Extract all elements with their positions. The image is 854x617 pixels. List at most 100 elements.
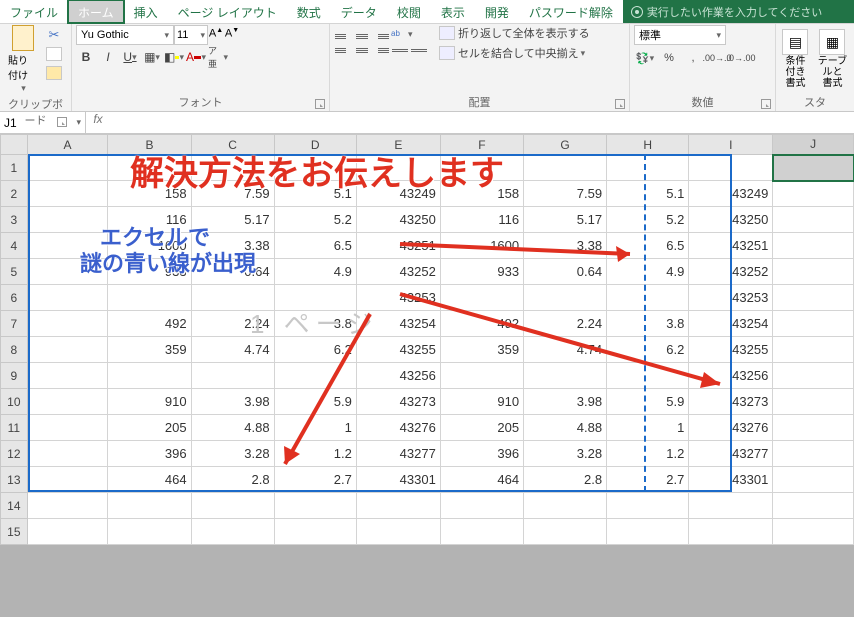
cell[interactable] (191, 363, 274, 389)
dialog-launcher-icon[interactable] (57, 117, 67, 127)
cell[interactable] (440, 155, 523, 181)
cell[interactable] (524, 493, 607, 519)
tab-home[interactable]: ホーム (68, 0, 124, 23)
row-header[interactable]: 12 (1, 441, 28, 467)
cell[interactable] (27, 207, 108, 233)
cell[interactable]: 43249 (689, 181, 773, 207)
row-header[interactable]: 11 (1, 415, 28, 441)
formula-input[interactable] (110, 112, 854, 133)
increase-font-icon[interactable]: A▲ (208, 27, 224, 43)
tab-review[interactable]: 校閲 (387, 0, 431, 23)
font-name-select[interactable]: Yu Gothic▾ (76, 25, 174, 45)
decrease-indent-icon[interactable] (391, 43, 409, 57)
cell[interactable] (773, 519, 854, 545)
cell[interactable]: 910 (108, 389, 191, 415)
cell[interactable]: 4.9 (607, 259, 689, 285)
row-header[interactable]: 6 (1, 285, 28, 311)
row-header[interactable]: 9 (1, 363, 28, 389)
cell[interactable]: 1600 (440, 233, 523, 259)
cell[interactable]: 3.28 (191, 441, 274, 467)
cell[interactable]: 3.8 (607, 311, 689, 337)
percent-format-icon[interactable]: % (658, 48, 680, 68)
cell[interactable] (773, 389, 854, 415)
cell[interactable] (773, 467, 854, 493)
orientation-icon[interactable] (391, 29, 407, 43)
cell[interactable]: 43251 (356, 233, 440, 259)
cell[interactable] (773, 441, 854, 467)
col-header[interactable]: G (524, 135, 607, 155)
cell[interactable]: 3.98 (191, 389, 274, 415)
cell[interactable]: 3.98 (524, 389, 607, 415)
comma-format-icon[interactable]: , (682, 48, 704, 68)
cut-icon[interactable]: ✂ (49, 27, 60, 43)
cell[interactable]: 7.59 (191, 181, 274, 207)
col-header[interactable]: I (689, 135, 773, 155)
cell[interactable]: 359 (440, 337, 523, 363)
cell[interactable]: 2.7 (607, 467, 689, 493)
font-color-button[interactable]: A▾ (186, 47, 206, 67)
decrease-font-icon[interactable]: A▼ (224, 27, 240, 43)
cell[interactable]: 933 (108, 259, 191, 285)
row-header[interactable]: 4 (1, 233, 28, 259)
cell[interactable] (27, 233, 108, 259)
row-header[interactable]: 7 (1, 311, 28, 337)
col-header[interactable]: A (27, 135, 108, 155)
cell[interactable] (440, 285, 523, 311)
wrap-text-button[interactable]: 折り返して全体を表示する (438, 25, 590, 41)
phonetic-button[interactable]: ア亜▾ (208, 47, 228, 67)
cell[interactable] (440, 363, 523, 389)
align-bottom-icon[interactable] (372, 29, 390, 43)
align-left-icon[interactable] (334, 43, 352, 57)
cell[interactable]: 205 (440, 415, 523, 441)
col-header[interactable]: B (108, 135, 191, 155)
cell[interactable]: 4.88 (524, 415, 607, 441)
select-all-corner[interactable] (1, 135, 28, 155)
cell[interactable] (356, 519, 440, 545)
dialog-launcher-icon[interactable] (761, 99, 771, 109)
cell[interactable] (440, 519, 523, 545)
align-top-icon[interactable] (334, 29, 352, 43)
cell[interactable]: 5.17 (524, 207, 607, 233)
fx-icon[interactable]: fx (86, 112, 110, 133)
font-size-select[interactable]: 11▾ (174, 25, 208, 45)
cell[interactable] (191, 519, 274, 545)
cell[interactable]: 396 (108, 441, 191, 467)
cell[interactable]: 933 (440, 259, 523, 285)
cell[interactable]: 3.8 (274, 311, 356, 337)
cell[interactable]: 43250 (689, 207, 773, 233)
cell[interactable] (108, 519, 191, 545)
align-middle-icon[interactable] (353, 29, 371, 43)
tab-developer[interactable]: 開発 (475, 0, 519, 23)
cell[interactable]: 43252 (689, 259, 773, 285)
cell[interactable]: 5.1 (607, 181, 689, 207)
cell[interactable] (773, 259, 854, 285)
row-header[interactable]: 14 (1, 493, 28, 519)
tab-data[interactable]: データ (331, 0, 387, 23)
cell[interactable]: 43256 (356, 363, 440, 389)
cell[interactable] (27, 337, 108, 363)
cell[interactable] (773, 311, 854, 337)
cell[interactable]: 43255 (689, 337, 773, 363)
cell[interactable]: 6.2 (274, 337, 356, 363)
cell[interactable]: 0.64 (191, 259, 274, 285)
tab-password[interactable]: パスワード解除 (519, 0, 623, 23)
cell[interactable]: 1 (274, 415, 356, 441)
cell[interactable] (356, 493, 440, 519)
cell[interactable]: 43256 (689, 363, 773, 389)
cell[interactable]: 4.9 (274, 259, 356, 285)
cell[interactable]: 359 (108, 337, 191, 363)
cell[interactable] (27, 493, 108, 519)
col-header[interactable]: D (274, 135, 356, 155)
tab-formulas[interactable]: 数式 (287, 0, 331, 23)
cell[interactable] (274, 493, 356, 519)
cell[interactable] (773, 285, 854, 311)
cell[interactable] (607, 285, 689, 311)
cell[interactable] (607, 519, 689, 545)
tab-page-layout[interactable]: ページ レイアウト (168, 0, 287, 23)
cell[interactable]: 3.28 (524, 441, 607, 467)
cell[interactable]: 43250 (356, 207, 440, 233)
col-header[interactable]: J (773, 135, 854, 155)
cell[interactable] (191, 493, 274, 519)
cell[interactable] (773, 181, 854, 207)
cell[interactable] (27, 519, 108, 545)
